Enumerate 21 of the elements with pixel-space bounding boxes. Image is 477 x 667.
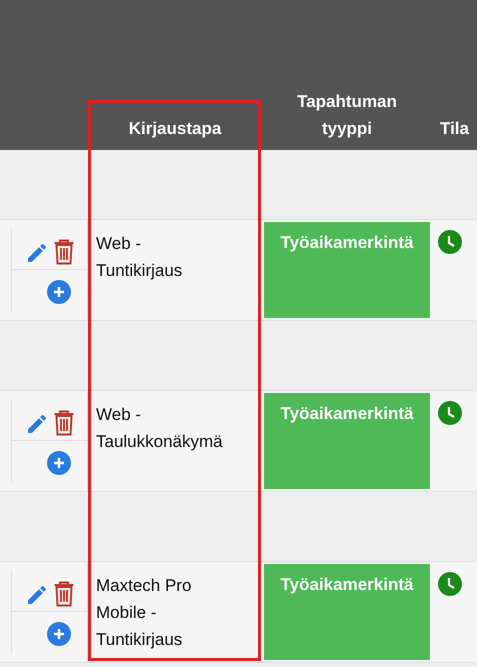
- add-icon[interactable]: [47, 622, 71, 646]
- trash-icon[interactable]: [53, 410, 75, 436]
- column-header[interactable]: Tapahtuman tyyppi: [282, 88, 412, 142]
- method-text: Web - Taulukkonäkymä: [96, 405, 223, 451]
- method-text: Web - Tuntikirjaus: [96, 234, 182, 280]
- add-icon[interactable]: [47, 280, 71, 304]
- column-header[interactable]: Kirjaustapa: [128, 115, 222, 142]
- method-text: Maxtech Pro Mobile - Tuntikirjaus: [96, 576, 192, 649]
- pencil-icon[interactable]: [25, 412, 49, 436]
- column-header[interactable]: Tila: [440, 115, 469, 142]
- add-icon[interactable]: [47, 451, 71, 475]
- pencil-icon[interactable]: [25, 583, 49, 607]
- trash-icon[interactable]: [53, 581, 75, 607]
- clock-icon: [438, 572, 462, 596]
- event-type-label: Työaikamerkintä: [264, 564, 430, 660]
- event-type-label: Työaikamerkintä: [264, 222, 430, 318]
- clock-icon: [438, 230, 462, 254]
- event-type-label: Työaikamerkintä: [264, 393, 430, 489]
- clock-icon: [438, 401, 462, 425]
- trash-icon[interactable]: [53, 239, 75, 265]
- pencil-icon[interactable]: [25, 241, 49, 265]
